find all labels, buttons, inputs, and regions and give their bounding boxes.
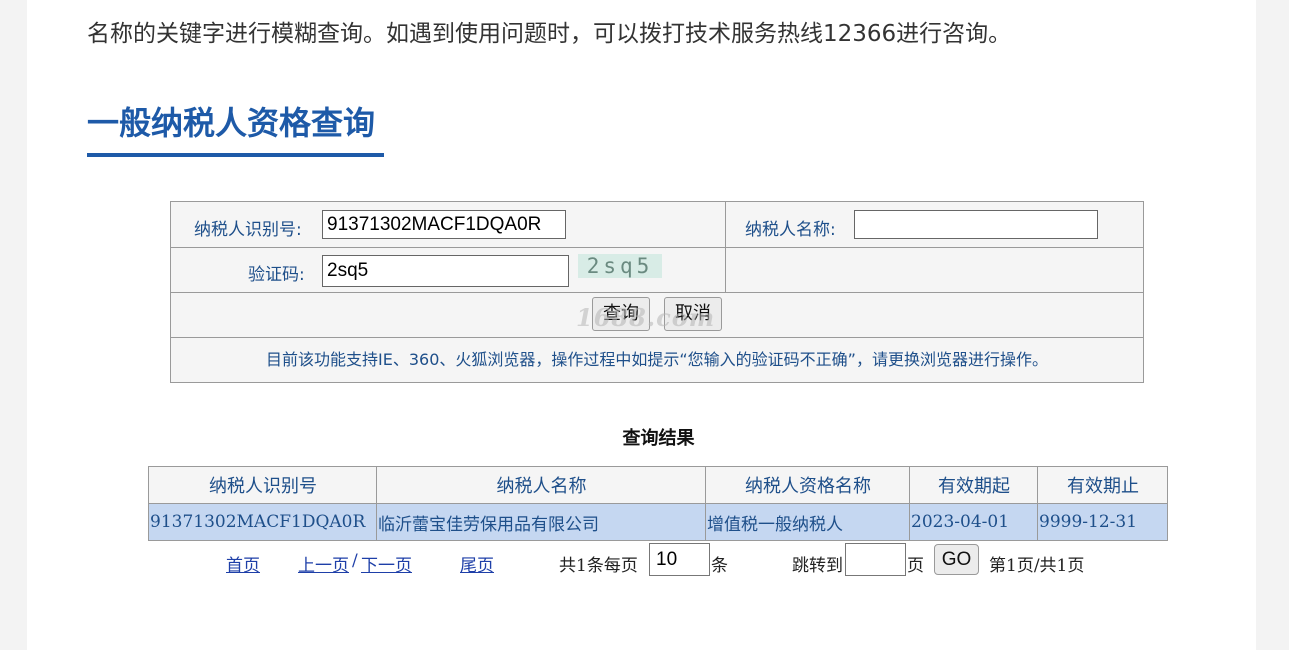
captcha-input[interactable]	[322, 255, 569, 287]
page-size-input[interactable]	[649, 543, 710, 576]
last-page-link[interactable]: 尾页	[460, 551, 494, 576]
taxpayer-name-label: 纳税人名称:	[745, 220, 836, 240]
first-page-link[interactable]: 首页	[226, 551, 260, 576]
query-form: 纳税人识别号: 纳税人名称: 验证码: 2sq5 查询 取消 1688.com …	[170, 201, 1144, 383]
pager-separator: /	[352, 551, 358, 571]
taxpayer-id-input[interactable]	[322, 210, 566, 239]
captcha-label: 验证码:	[248, 265, 305, 285]
page-info: 第1页/共1页	[989, 556, 1085, 576]
taxpayer-name-cell: 纳税人名称:	[726, 202, 1143, 247]
page-size-unit: 条	[711, 556, 728, 576]
scrollbar-track[interactable]	[1256, 0, 1289, 650]
cell-qualification: 增值税一般纳税人	[705, 503, 910, 541]
column-header: 纳税人识别号	[148, 466, 377, 504]
record-summary: 共1条每页	[559, 556, 638, 576]
results-title: 查询结果	[622, 428, 695, 449]
taxpayer-id-cell: 纳税人识别号:	[171, 202, 726, 247]
column-header: 有效期止	[1037, 466, 1168, 504]
form-row-captcha: 验证码: 2sq5	[171, 248, 1143, 293]
table-header-row: 纳税人识别号 纳税人名称 纳税人资格名称 有效期起 有效期止	[148, 466, 1168, 504]
next-page-link[interactable]: 下一页	[361, 551, 412, 576]
column-header: 有效期起	[909, 466, 1038, 504]
empty-cell	[726, 248, 1143, 292]
captcha-image[interactable]: 2sq5	[578, 254, 662, 278]
page-title: 一般纳税人资格查询	[87, 104, 376, 142]
cell-valid-from: 2023-04-01	[909, 503, 1038, 541]
browser-tip: 目前该功能支持IE、360、火狐浏览器，操作过程中如提示“您输入的验证码不正确”…	[266, 350, 1048, 369]
title-underline	[87, 153, 384, 157]
results-table: 纳税人识别号 纳税人名称 纳税人资格名称 有效期起 有效期止 91371302M…	[148, 466, 1168, 541]
form-row-tip: 目前该功能支持IE、360、火狐浏览器，操作过程中如提示“您输入的验证码不正确”…	[171, 338, 1143, 382]
prev-page-link[interactable]: 上一页	[298, 551, 349, 576]
cell-valid-to: 9999-12-31	[1037, 503, 1168, 541]
cell-taxpayer-name: 临沂蕾宝佳劳保用品有限公司	[376, 503, 706, 541]
column-header: 纳税人名称	[376, 466, 706, 504]
taxpayer-id-label: 纳税人识别号:	[194, 220, 302, 240]
captcha-cell: 验证码: 2sq5	[171, 248, 726, 292]
go-button[interactable]: GO	[934, 544, 979, 575]
taxpayer-name-input[interactable]	[854, 210, 1098, 239]
form-row-identifiers: 纳税人识别号: 纳税人名称:	[171, 202, 1143, 248]
jump-page-unit: 页	[907, 556, 924, 576]
cell-taxpayer-id: 91371302MACF1DQA0R	[148, 503, 377, 541]
column-header: 纳税人资格名称	[705, 466, 910, 504]
jump-page-input[interactable]	[845, 543, 906, 576]
intro-text: 名称的关键字进行模糊查询。如遇到使用问题时，可以拨打技术服务热线12366进行咨…	[87, 21, 1012, 47]
form-row-buttons: 查询 取消 1688.com	[171, 293, 1143, 338]
jump-label: 跳转到	[792, 556, 843, 576]
table-row[interactable]: 91371302MACF1DQA0R 临沂蕾宝佳劳保用品有限公司 增值税一般纳税…	[148, 503, 1168, 541]
watermark: 1688.com	[576, 303, 716, 332]
